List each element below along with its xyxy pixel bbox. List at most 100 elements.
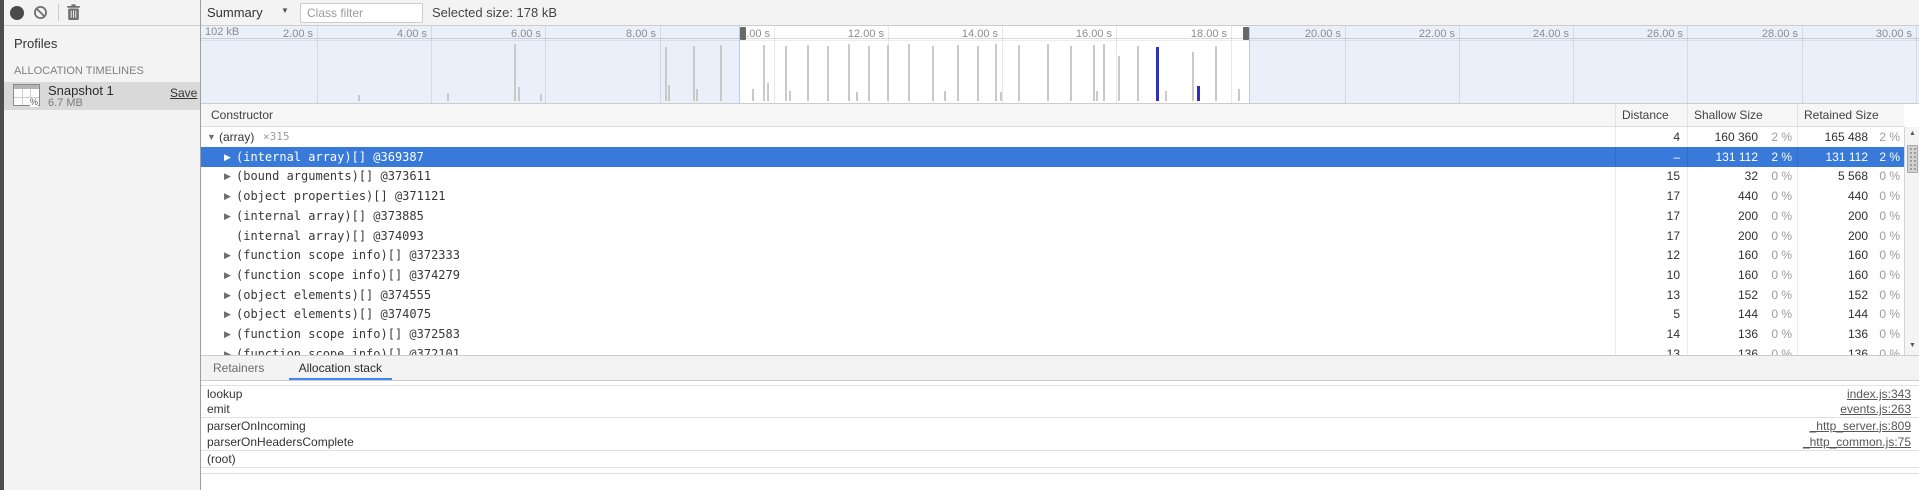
snapshot-size: 6.7 MB [48,97,83,109]
tab-retainers[interactable]: Retainers [203,356,274,380]
grid-scrollbar[interactable]: ▲ ▼ [1904,127,1919,355]
constructor-grid-body: ▼(array)×3154160 3602 %165 4882 %▶(inter… [201,127,1904,355]
selection-handle-left[interactable] [740,27,746,40]
snapshot-name: Snapshot 1 [48,83,114,98]
expander-closed-icon[interactable]: ▶ [224,147,231,167]
scroll-up-icon[interactable]: ▲ [1905,130,1919,137]
allocation-bar [807,45,809,101]
column-header-shallow-size[interactable]: Shallow Size [1694,104,1763,126]
profiles-sidebar: Profiles ALLOCATION TIMELINES % Snapshot… [4,26,200,490]
table-row[interactable]: ▶(object properties)[] @371121174400 %44… [201,186,1904,206]
toolbar: Summary ▼ Selected size: 178 kB [0,0,1919,26]
allocation-bar [752,89,754,101]
table-row[interactable]: (internal array)[] @374093172000 %2000 % [201,226,1904,246]
class-filter-input[interactable] [300,3,423,23]
allocation-bar [358,95,360,101]
allocation-bar [848,44,850,101]
table-row[interactable]: ▶(function scope info)[] @372333121600 %… [201,245,1904,265]
stack-frame-row[interactable]: parserOnHeadersComplete _http_common.js:7… [201,434,1919,451]
stack-frame-function: (root) [207,451,236,467]
stack-frame-source-link[interactable]: _http_common.js:75 [1803,434,1911,450]
expander-closed-icon[interactable]: ▶ [224,166,231,186]
constructor-name: (function scope info)[] @372101 [236,344,460,355]
tab-allocation-stack[interactable]: Allocation stack [289,356,392,380]
column-header-distance[interactable]: Distance [1622,104,1669,126]
stack-frame-source-link[interactable]: events.js:263 [1840,401,1911,417]
column-divider [1687,104,1688,355]
allocation-bar [763,45,765,101]
retained-size-percent: 0 % [1820,206,1900,226]
retained-size-percent: 0 % [1820,186,1900,206]
allocation-bar [693,46,695,101]
heap-snapshot-icon: % [13,84,40,106]
expander-closed-icon[interactable]: ▶ [224,304,231,324]
allocation-bar [696,89,698,101]
snapshot-save-link[interactable]: Save [170,86,197,100]
constructor-name: (bound arguments)[] @373611 [236,166,431,186]
table-row[interactable]: ▶(object elements)[] @37407551440 %1440 … [201,304,1904,324]
allocation-bar [887,45,889,101]
perspective-select[interactable]: Summary [207,4,263,22]
allocation-bar-live [1197,86,1200,101]
allocation-bar [1118,56,1120,101]
allocation-bar-live [1156,47,1159,101]
expander-closed-icon[interactable]: ▶ [224,206,231,226]
allocation-bar [668,85,670,101]
delete-profile-icon[interactable] [66,4,81,21]
constructor-name: (function scope info)[] @374279 [236,265,460,285]
allocation-bar [1165,91,1167,101]
stack-frame-row[interactable]: lookupindex.js:343 [201,385,1919,402]
constructor-name: (object elements)[] @374555 [236,285,431,305]
stack-frame-source-link[interactable]: index.js:343 [1847,386,1911,402]
constructor-name: (function scope info)[] @372583 [236,324,460,344]
table-row[interactable]: ▶(function scope info)[] @372583141360 %… [201,324,1904,344]
allocation-bar [514,44,516,101]
stack-panel-bottom-border [201,473,1919,474]
allocation-bar [908,44,910,101]
expander-open-icon[interactable]: ▼ [207,127,216,147]
expander-closed-icon[interactable]: ▶ [224,186,231,206]
table-row[interactable]: ▶(internal array)[] @373885172000 %2000 … [201,206,1904,226]
expander-closed-icon[interactable]: ▶ [224,245,231,265]
toolbar-separator [58,4,59,21]
table-row[interactable]: ▶(internal array)[] @369387–131 1122 %13… [201,147,1904,167]
table-row[interactable]: ▶(object elements)[] @374555131520 %1520… [201,285,1904,305]
ruler-divider [201,40,1919,41]
stack-frame-row[interactable]: parserOnIncoming_http_server.js:809 [201,418,1919,435]
expander-closed-icon[interactable]: ▶ [224,324,231,344]
stack-frame-source-link[interactable]: _http_server.js:809 [1810,418,1911,434]
record-button-icon[interactable] [10,6,24,20]
column-header-constructor[interactable]: Constructor [211,104,273,126]
stack-frame-function: parserOnHeadersComplete [207,434,354,450]
stack-frame-row[interactable]: (root) [201,451,1919,468]
selection-handle-right[interactable] [1243,27,1249,40]
retained-size-percent: 0 % [1820,245,1900,265]
expander-closed-icon[interactable]: ▶ [224,344,231,355]
chevron-down-icon: ▼ [281,6,289,15]
retained-size-percent: 0 % [1820,304,1900,324]
expander-closed-icon[interactable]: ▶ [224,285,231,305]
constructor-name: (array) [219,127,254,147]
retained-size-percent: 2 % [1820,127,1900,147]
table-row[interactable]: ▶(function scope info)[] @372101131360 %… [201,344,1904,355]
stack-frame-row[interactable]: emitevents.js:263 [201,401,1919,418]
table-row[interactable]: ▶(bound arguments)[] @37361115320 %5 568… [201,166,1904,186]
sidebar-section-title: ALLOCATION TIMELINES [14,65,144,77]
table-row[interactable]: ▼(array)×3154160 3602 %165 4882 % [201,127,1904,147]
expander-closed-icon[interactable]: ▶ [224,265,231,285]
retained-size-percent: 0 % [1820,285,1900,305]
sidebar-item-snapshot1[interactable]: % Snapshot 1 6.7 MB Save [4,82,200,110]
table-row[interactable]: ▶(function scope info)[] @374279101600 %… [201,265,1904,285]
allocation-bar [932,46,934,101]
allocation-bar [1096,91,1098,101]
constructor-name: (function scope info)[] @372333 [236,245,460,265]
scrollbar-thumb[interactable] [1907,145,1918,173]
clear-profiles-icon[interactable] [33,5,48,20]
allocation-bar [447,93,449,101]
column-header-retained-size[interactable]: Retained Size [1804,104,1879,126]
scroll-down-icon[interactable]: ▼ [1905,342,1919,349]
memory-scale-label: 102 kB [205,26,239,38]
column-divider [1615,104,1616,355]
column-divider [1797,104,1798,355]
allocation-bar [827,46,829,101]
